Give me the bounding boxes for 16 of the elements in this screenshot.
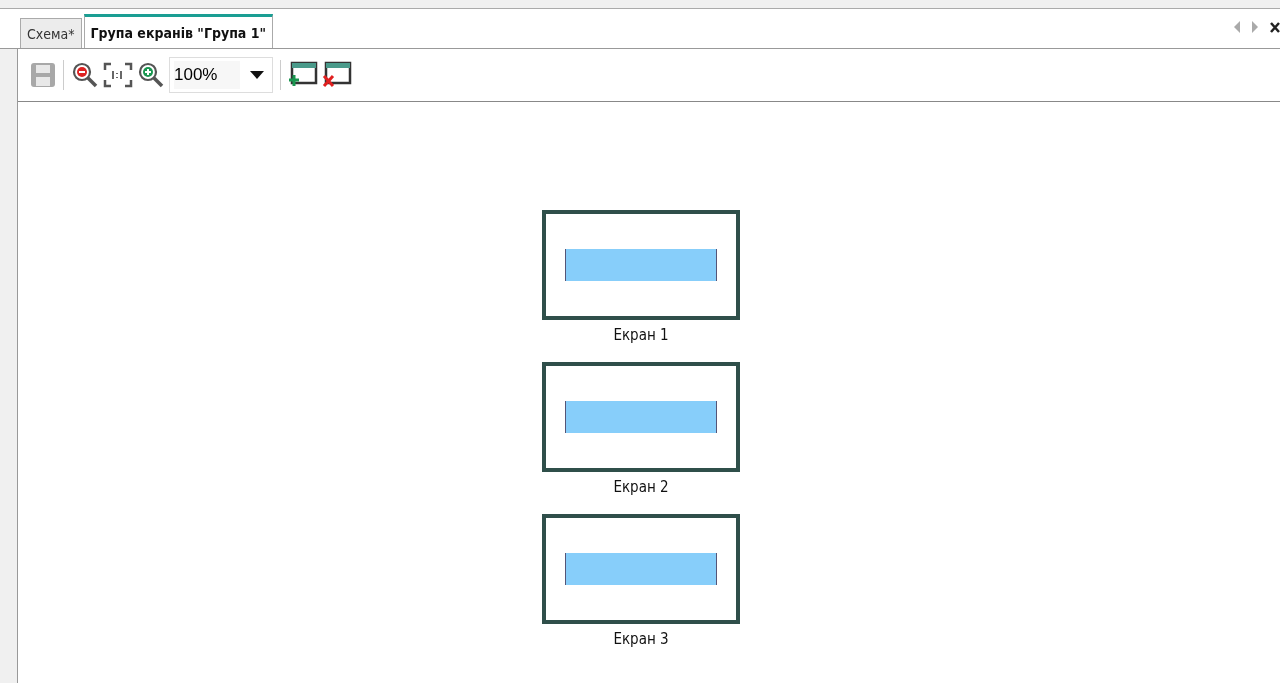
screen-caption: Екран 3 [613,630,669,648]
zoom-in-icon[interactable] [137,61,165,89]
tab[interactable]: Група екранів "Група 1" [83,14,274,48]
screen-thumbnail[interactable] [542,514,740,624]
actual-size-icon[interactable] [103,62,133,88]
zoom-dropdown[interactable]: 100% [169,57,273,93]
close-icon[interactable] [1270,21,1280,33]
delete-screen-icon[interactable] [322,61,352,89]
screen-thumbnail[interactable] [542,362,740,472]
caret-icon [250,71,264,79]
screen-thumbnail[interactable] [542,210,740,320]
screen-caption: Екран 2 [613,478,669,496]
screen-caption: Екран 1 [613,326,669,344]
add-screen-icon[interactable] [288,61,318,89]
tab[interactable]: Схема* [20,18,82,48]
zoom-out-icon[interactable] [71,61,99,89]
